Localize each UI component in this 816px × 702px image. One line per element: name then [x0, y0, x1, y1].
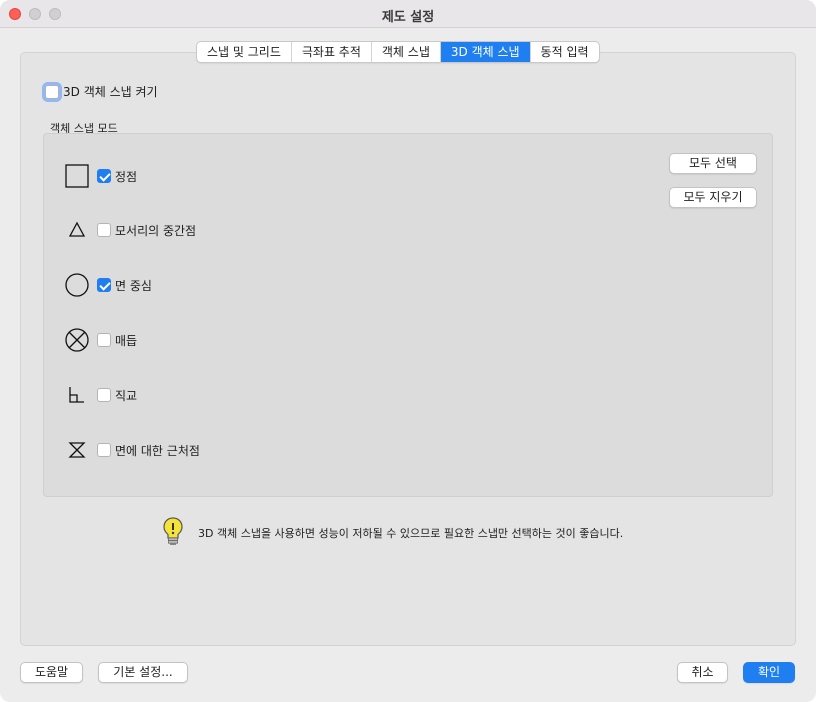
circle-icon	[57, 270, 97, 300]
tab-bar: 스냅 및 그리드 극좌표 추적 객체 스냅 3D 객체 스냅 동적 입력	[196, 41, 600, 63]
snap-mode-vertex[interactable]: 정점	[57, 161, 137, 191]
window-title: 제도 설정	[381, 10, 435, 25]
tab-polar-tracking[interactable]: 극좌표 추적	[292, 42, 372, 62]
nearest-to-face-checkbox[interactable]	[97, 443, 111, 457]
lightbulb-icon	[162, 516, 184, 549]
vertex-checkbox[interactable]	[97, 169, 111, 183]
enable-3d-snap-row[interactable]: 3D 객체 스냅 켜기	[45, 83, 158, 100]
nearest-to-face-label: 면에 대한 근처점	[115, 443, 200, 458]
perpendicular-label: 직교	[115, 388, 138, 403]
snap-mode-face-center[interactable]: 면 중심	[57, 270, 152, 300]
square-icon	[57, 161, 97, 191]
snap-mode-edge-midpoint[interactable]: 모서리의 중간점	[57, 215, 196, 245]
tab-object-snap[interactable]: 객체 스냅	[372, 42, 441, 62]
perpendicular-checkbox[interactable]	[97, 388, 111, 402]
snap-mode-nearest-to-face[interactable]: 면에 대한 근처점	[57, 435, 200, 465]
enable-3d-snap-label: 3D 객체 스냅 켜기	[63, 85, 158, 99]
performance-tip: 3D 객체 스냅을 사용하면 성능이 저하될 수 있으므로 필요한 스냅만 선택…	[162, 516, 623, 549]
drafting-settings-window: 제도 설정 스냅 및 그리드 극좌표 추적 객체 스냅 3D 객체 스냅 동적 …	[0, 0, 816, 702]
help-button[interactable]: 도움말	[20, 662, 83, 683]
circle-x-icon	[57, 325, 97, 355]
tab-snap-grid[interactable]: 스냅 및 그리드	[197, 42, 292, 62]
hourglass-icon	[57, 435, 97, 465]
edge-midpoint-checkbox[interactable]	[97, 223, 111, 237]
defaults-button[interactable]: 기본 설정...	[98, 662, 188, 683]
ok-button[interactable]: 확인	[743, 662, 795, 683]
snap-mode-perpendicular[interactable]: 직교	[57, 380, 137, 410]
enable-3d-snap-checkbox[interactable]	[45, 84, 59, 99]
snap-mode-knot[interactable]: 매듭	[57, 325, 137, 355]
select-all-button[interactable]: 모두 선택	[669, 153, 757, 174]
cancel-button[interactable]: 취소	[677, 662, 728, 683]
edge-midpoint-label: 모서리의 중간점	[115, 223, 197, 238]
performance-tip-text: 3D 객체 스냅을 사용하면 성능이 저하될 수 있으므로 필요한 스냅만 선택…	[198, 526, 624, 540]
perpendicular-icon	[57, 380, 97, 410]
tab-dynamic-input[interactable]: 동적 입력	[531, 42, 599, 62]
face-center-checkbox[interactable]	[97, 278, 111, 292]
knot-label: 매듭	[115, 333, 138, 348]
triangle-icon	[57, 215, 97, 245]
clear-all-button[interactable]: 모두 지우기	[669, 187, 757, 208]
tab-3d-object-snap[interactable]: 3D 객체 스냅	[440, 42, 531, 62]
vertex-label: 정점	[115, 169, 138, 184]
title-bar: 제도 설정	[0, 0, 816, 28]
face-center-label: 면 중심	[115, 278, 152, 293]
knot-checkbox[interactable]	[97, 333, 111, 347]
